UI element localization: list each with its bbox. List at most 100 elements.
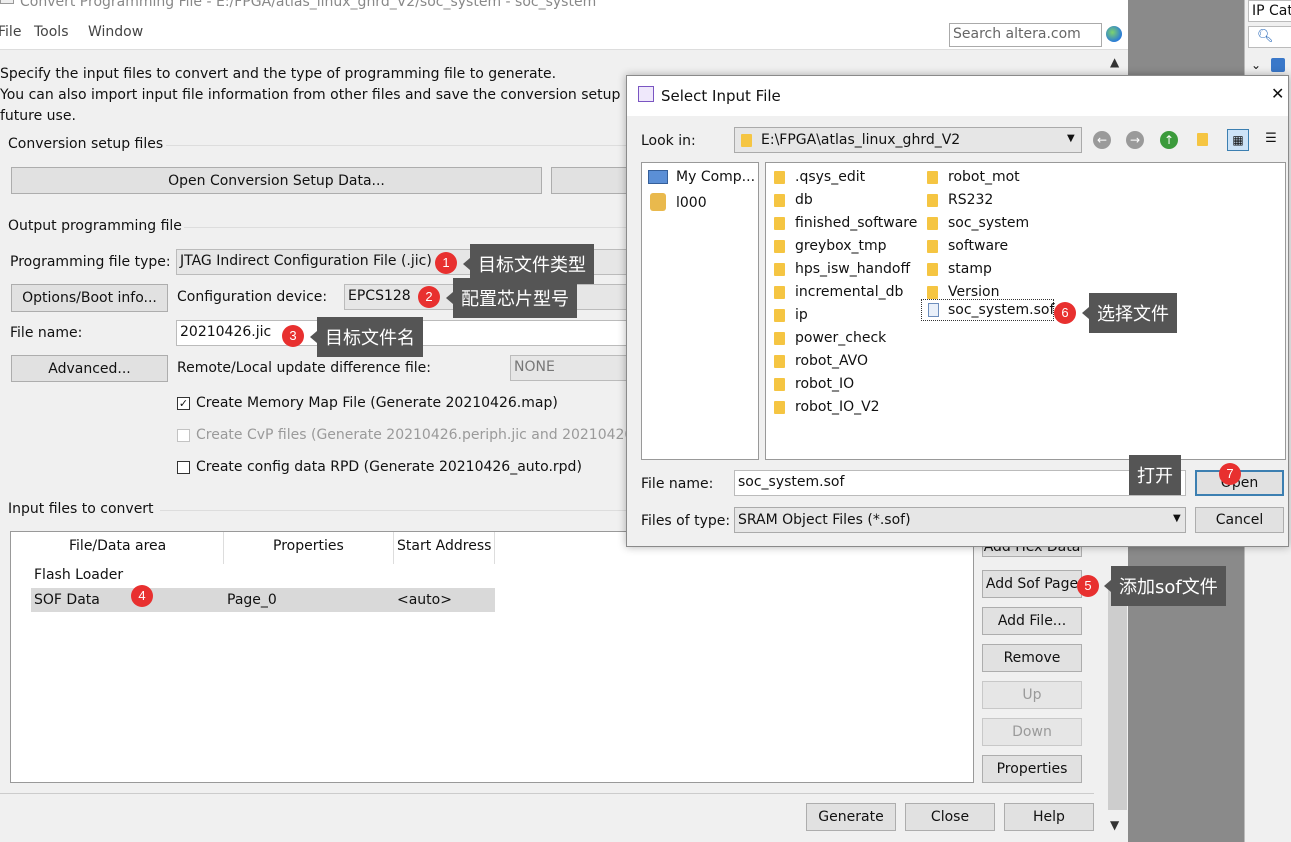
folder-label: finished_software [795,215,918,231]
look-in-label: Look in: [641,133,696,149]
maximize-icon[interactable]: ☐ [1036,0,1049,6]
annotation-badge-2: 2 [418,286,440,308]
folder-icon [774,194,785,207]
annotation-callout-3: 目标文件名 [310,317,423,357]
folder-icon [741,134,752,147]
file-item-selected[interactable]: soc_system.sof [921,299,1054,321]
table-row-flash-loader[interactable]: Flash Loader [34,567,123,583]
remove-button[interactable]: Remove [982,644,1082,672]
open-conversion-setup-button[interactable]: Open Conversion Setup Data... [11,167,542,194]
window-title: Convert Programming File - E:/FPGA/atlas… [0,0,1128,18]
menu-file[interactable]: File [0,24,21,40]
folder-label: .qsys_edit [795,169,866,185]
folder-label: robot_IO_V2 [795,399,880,415]
folder-icon [927,171,938,184]
list-view-icon[interactable]: ▦ [1227,129,1249,151]
folder-label: power_check [795,330,887,346]
cvp-checkbox [177,429,190,442]
back-icon[interactable]: ← [1093,131,1111,149]
divider [0,793,1094,794]
properties-button[interactable]: Properties [982,755,1082,783]
dialog-file-name-value: soc_system.sof [738,474,845,490]
dialog-close-icon[interactable]: ✕ [1271,84,1284,103]
add-sof-page-button[interactable]: Add Sof Page [982,570,1082,598]
add-file-button[interactable]: Add File... [982,607,1082,635]
select-input-file-dialog: Select Input File ✕ Look in: E:\FPGA\atl… [626,75,1289,547]
column-header-start-address[interactable]: Start Address [397,538,491,554]
folder-icon [927,194,938,207]
annotation-callout-2: 配置芯片型号 [446,278,577,318]
divider [184,227,628,228]
folder-label: hps_isw_handoff [795,261,911,277]
detail-view-icon[interactable]: ☰ [1260,129,1282,151]
folder-icon [774,171,785,184]
dialog-file-name-input[interactable]: soc_system.sof [734,470,1186,496]
parent-folder-icon[interactable]: ↑ [1160,131,1178,149]
memory-map-checkbox[interactable]: ✓ [177,397,190,410]
options-boot-info-button[interactable]: Options/Boot info... [11,284,168,312]
folder-icon [774,263,785,276]
column-separator [223,532,224,564]
place-label: l000 [676,195,707,211]
user-icon [650,193,666,211]
cvp-label: Create CvP files (Generate 20210426.peri… [196,427,626,443]
minimize-icon[interactable]: — [985,0,999,6]
scrollbar-thumb[interactable] [1108,588,1127,810]
save-conversion-setup-button[interactable] [551,167,631,194]
window-title-text: Convert Programming File - E:/FPGA/atlas… [20,0,597,10]
conversion-setup-heading: Conversion setup files [8,136,164,152]
ip-add-icon[interactable] [1271,58,1285,72]
up-button: Up [982,681,1082,709]
intro-line-2: You can also import input file informati… [0,87,638,103]
globe-icon[interactable] [1106,26,1122,42]
menu-tools[interactable]: Tools [34,24,69,40]
chevron-down-icon[interactable]: ⌄ [1251,58,1261,72]
dropdown-arrow-icon: ▼ [1067,133,1075,144]
close-button[interactable]: Close [905,803,995,831]
forward-icon[interactable]: → [1126,131,1144,149]
folder-icon [774,332,785,345]
folder-label: ip [795,307,808,323]
column-header-file-data-area[interactable]: File/Data area [69,538,166,554]
places-sidebar: My Comp... l000 [641,162,759,460]
folder-icon [927,286,938,299]
dialog-cancel-button[interactable]: Cancel [1195,507,1284,533]
file-icon [928,303,939,317]
place-label: My Comp... [676,169,756,185]
scroll-up-icon[interactable]: ▲ [1110,55,1119,69]
search-input[interactable]: Search altera.com [949,23,1102,47]
ip-catalog-search[interactable]: 🔍︎ [1248,26,1291,48]
generate-button[interactable]: Generate [806,803,896,831]
input-files-heading: Input files to convert [8,501,154,517]
folder-icon [927,263,938,276]
folder-label: greybox_tmp [795,238,887,254]
output-file-name-value: 20210426.jic [180,324,272,340]
look-in-select[interactable]: E:\FPGA\atlas_linux_ghrd_V2 ▼ [734,127,1082,153]
folder-icon [774,355,785,368]
column-header-properties[interactable]: Properties [273,538,344,554]
annotation-badge-5: 5 [1077,575,1099,597]
callout-pointer [446,292,453,304]
dialog-titlebar: Select Input File ✕ [627,76,1288,116]
rpd-checkbox[interactable] [177,461,190,474]
menu-window[interactable]: Window [88,24,143,40]
new-folder-icon[interactable] [1197,133,1208,146]
folder-icon [774,217,785,230]
programming-file-type-label: Programming file type: [10,254,171,270]
files-of-type-select[interactable]: SRAM Object Files (*.sof) ▼ [734,507,1186,533]
help-button[interactable]: Help [1004,803,1094,831]
annotation-badge-1: 1 [435,252,457,274]
advanced-button[interactable]: Advanced... [11,355,168,382]
divider [160,510,626,511]
dialog-app-icon [638,86,654,102]
folder-icon [927,240,938,253]
folder-label: db [795,192,813,208]
search-icon: 🔍︎ [1257,29,1274,44]
table-row-sof-data[interactable]: SOF Data Page_0 <auto> [31,588,495,612]
file-list: soc_system.sof .qsys_editdb finished_soft… [765,162,1286,460]
intro-line-3: future use. [0,108,76,124]
annotation-badge-4: 4 [131,585,153,607]
close-window-icon[interactable]: ✕ [1093,0,1105,6]
files-of-type-label: Files of type: [641,513,731,529]
scroll-down-icon[interactable]: ▼ [1110,818,1119,832]
